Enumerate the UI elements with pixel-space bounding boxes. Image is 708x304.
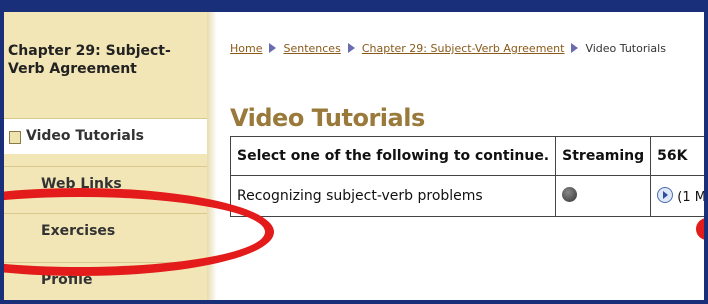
video-table: Select one of the following to continue.… [229, 136, 704, 217]
top-border [4, 4, 704, 12]
breadcrumb-current: Video Tutorials [585, 42, 666, 55]
breadcrumb-arrow-icon [347, 43, 355, 53]
breadcrumb-home-link[interactable]: Home [230, 42, 262, 55]
video-title: Recognizing subject-verb problems [229, 175, 557, 217]
breadcrumb-chapter-link[interactable]: Chapter 29: Subject-Verb Agreement [362, 42, 565, 55]
chapter-title: Chapter 29: Subject-Verb Agreement [8, 43, 171, 77]
breadcrumb-arrow-icon [571, 43, 579, 53]
browser-frame: Chapter 29: Subject-Verb Agreement Video… [4, 4, 704, 300]
file-size: (1 MB) [677, 190, 704, 205]
page-title: Video Tutorials [230, 104, 425, 132]
sidebar-item-video-tutorials[interactable]: Video Tutorials [4, 118, 207, 154]
column-header: 56K [650, 136, 704, 176]
play-icon[interactable] [657, 187, 674, 203]
sidebar-item-label: Video Tutorials [26, 128, 144, 144]
breadcrumb: Home Sentences Chapter 29: Subject-Verb Ag… [230, 42, 666, 55]
breadcrumb-arrow-icon [269, 43, 277, 53]
streaming-cell[interactable] [555, 175, 652, 217]
table-row: Recognizing subject-verb problems (1 MB) [229, 175, 704, 217]
square-bullet-icon [9, 131, 21, 144]
column-header: Streaming [555, 136, 652, 176]
column-header: Select one of the following to continue. [229, 136, 557, 176]
download-cell[interactable]: (1 MB) [650, 175, 704, 217]
table-header-row: Select one of the following to continue.… [229, 136, 704, 176]
breadcrumb-sentences-link[interactable]: Sentences [283, 42, 340, 55]
stream-bullet-icon[interactable] [562, 186, 578, 202]
red-annotation-dot [696, 218, 704, 240]
